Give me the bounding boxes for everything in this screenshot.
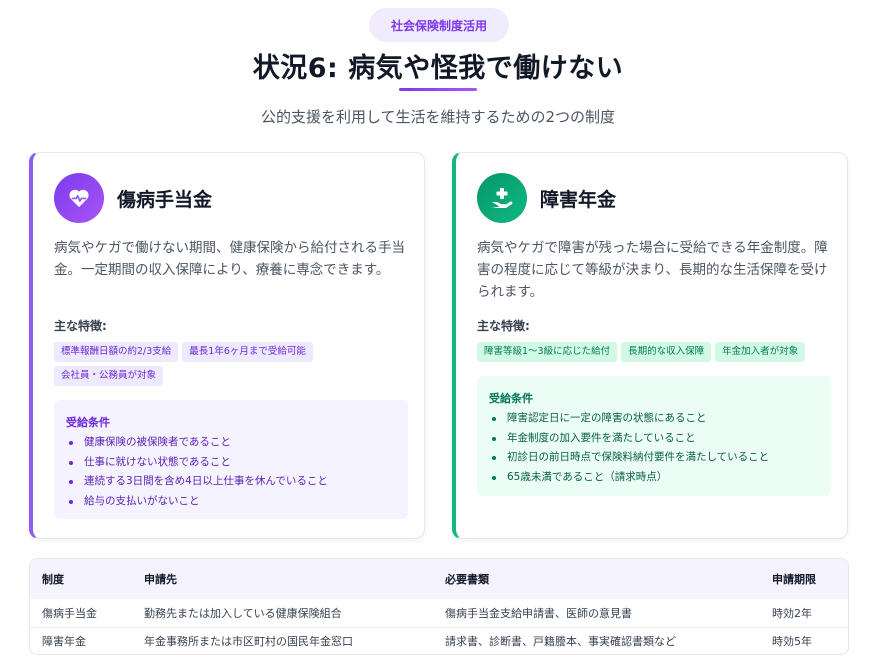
feature-tags: 標準報酬日額の約2/3支給 最長1年6ヶ月まで受給可能 会社員・公務員が対象 (54, 342, 414, 386)
condition-item: 初診日の前日時点で保険料納付要件を満たしていること (489, 448, 819, 468)
column-header: 制度 (42, 573, 64, 586)
table-cell: 傷病手当金 (42, 606, 97, 620)
condition-item: 仕事に就けない状態であること (66, 453, 396, 473)
table-cell: 請求書、診断書、戸籍謄本、事実確認書類など (433, 626, 760, 654)
column-header: 必要書類 (445, 573, 489, 586)
title-underline (399, 88, 477, 91)
conditions-title: 受給条件 (66, 416, 110, 429)
table-header-row: 制度 申請先 必要書類 申請期限 (30, 559, 848, 599)
table-cell: 傷病手当金支給申請書、医師の意見書 (445, 606, 632, 620)
table-cell: 時効2年 (772, 606, 812, 620)
conditions-list: 健康保険の被保険者であること 仕事に就けない状態であること 連続する3日間を含め… (66, 433, 396, 511)
category-badge: 社会保険制度活用 (369, 8, 509, 42)
condition-item: 障害認定日に一定の障害の状態にあること (489, 409, 819, 429)
card-description: 病気やケガで働けない期間、健康保険から給付される手当金。一定期間の収入保障により… (54, 240, 405, 278)
card-disability-pension: 障害年金 病気やケガで障害が残った場合に受給できる年金制度。障害の程度に応じて等… (452, 152, 848, 539)
features-label: 主な特徴: (477, 319, 530, 333)
conditions-box: 受給条件 障害認定日に一定の障害の状態にあること 年金制度の加入要件を満たしてい… (477, 376, 831, 496)
card-title: 傷病手当金 (117, 189, 213, 211)
card-sickness-allowance: 傷病手当金 病気やケガで働けない期間、健康保険から給付される手当金。一定期間の収… (29, 152, 425, 539)
table-cell: 時効5年 (760, 626, 848, 654)
condition-item: 年金制度の加入要件を満たしていること (489, 429, 819, 449)
feature-tag: 標準報酬日額の約2/3支給 (54, 342, 179, 362)
table-row: 障害年金 年金事務所または市区町村の国民年金窓口 請求書、診断書、戸籍謄本、事実… (30, 626, 848, 654)
hand-holding-medical-icon (477, 173, 527, 223)
card-description: 病気やケガで障害が残った場合に受給できる年金制度。障害の程度に応じて等級が決まり… (477, 240, 828, 300)
condition-item: 65歳未満であること（請求時点） (489, 468, 819, 488)
conditions-list: 障害認定日に一定の障害の状態にあること 年金制度の加入要件を満たしていること 初… (489, 409, 819, 487)
condition-item: 連続する3日間を含め4日以上仕事を休んでいること (66, 472, 396, 492)
column-header: 申請期限 (772, 573, 816, 586)
heart-pulse-icon (54, 173, 104, 223)
feature-tag: 年金加入者が対象 (715, 342, 806, 362)
conditions-title: 受給条件 (489, 392, 533, 405)
features-label: 主な特徴: (54, 319, 107, 333)
card-title: 障害年金 (540, 189, 617, 211)
page-title: 状況6: 病気や怪我で働けない (252, 53, 624, 84)
feature-tags: 障害等級1〜3級に応じた給付 長期的な収入保障 年金加入者が対象 (477, 342, 837, 362)
table-cell: 障害年金 (30, 626, 132, 654)
table-cell: 勤務先または加入している健康保険組合 (144, 606, 342, 620)
comparison-table: 制度 申請先 必要書類 申請期限 傷病手当金 勤務先または加入している健康保険組… (29, 558, 849, 655)
condition-item: 健康保険の被保険者であること (66, 433, 396, 453)
condition-item: 給与の支払いがないこと (66, 492, 396, 512)
column-header: 申請先 (144, 573, 177, 586)
table-row: 傷病手当金 勤務先または加入している健康保険組合 傷病手当金支給申請書、医師の意… (30, 599, 848, 627)
feature-tag: 長期的な収入保障 (621, 342, 712, 362)
page-subtitle: 公的支援を利用して生活を維持するための2つの制度 (260, 108, 616, 126)
feature-tag: 会社員・公務員が対象 (54, 366, 164, 386)
conditions-box: 受給条件 健康保険の被保険者であること 仕事に就けない状態であること 連続する3… (54, 400, 408, 519)
feature-tag: 障害等級1〜3級に応じた給付 (477, 342, 618, 362)
table-cell: 年金事務所または市区町村の国民年金窓口 (132, 626, 433, 654)
feature-tag: 最長1年6ヶ月まで受給可能 (182, 342, 313, 362)
